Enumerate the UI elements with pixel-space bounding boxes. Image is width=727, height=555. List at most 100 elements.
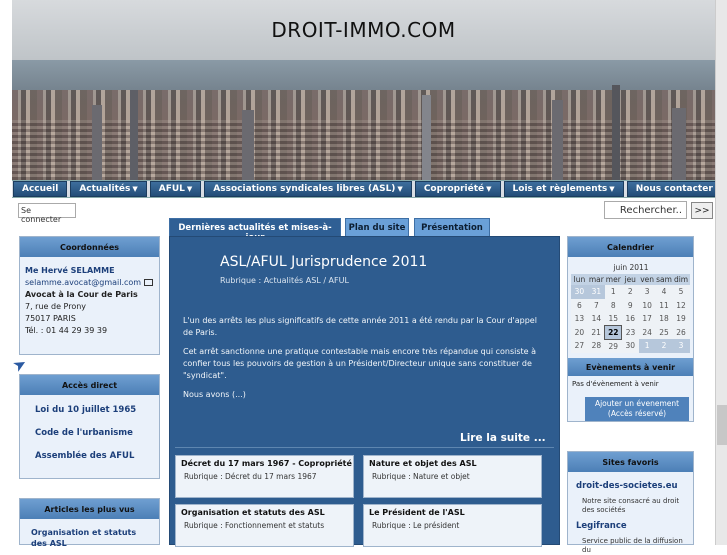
favorite-link[interactable]: droit-des-societes.eu [576, 481, 693, 491]
article-paragraph: Cet arrêt sanctionne une pratique contes… [183, 347, 537, 380]
nav-item-copropriete[interactable]: Copropriété ▼ [414, 181, 501, 197]
article-card[interactable]: Décret du 17 mars 1967 - Copropriété Rub… [175, 455, 354, 498]
search-button[interactable]: >> [691, 202, 713, 219]
scrollbar[interactable] [715, 0, 727, 545]
calendar-day[interactable]: 25 [655, 325, 673, 339]
calendar-day[interactable]: 30 [571, 285, 588, 299]
calendar-day[interactable]: 26 [672, 325, 690, 339]
calendar-day[interactable]: 13 [571, 312, 588, 326]
calendar-day[interactable]: 21 [587, 325, 605, 339]
building [422, 95, 431, 180]
mail-icon[interactable] [144, 279, 154, 286]
tab-plan-du-site[interactable]: Plan du site [345, 218, 409, 237]
weekday-header: jeu [621, 274, 639, 285]
calendar-day[interactable]: 11 [655, 298, 673, 312]
email-link[interactable]: selamme.avocat@gmail.com [25, 278, 141, 287]
nav-item-accueil[interactable]: Accueil [13, 181, 68, 197]
calendar-day[interactable]: 18 [655, 312, 673, 326]
phone: Tél. : 01 44 29 39 39 [25, 326, 108, 335]
calendar-day[interactable]: 15 [604, 312, 622, 326]
calendar-day[interactable]: 8 [604, 298, 622, 312]
calendar-day[interactable]: 23 [621, 325, 639, 339]
tab-presentation[interactable]: Présentation [414, 218, 490, 237]
weekday-header: dim [672, 274, 690, 285]
calendar-day[interactable]: 27 [571, 339, 588, 353]
favorite-desc: Notre site consacré au droit des société… [582, 497, 680, 514]
login-button[interactable]: Se connecter [18, 203, 76, 224]
nav-item-contact[interactable]: Nous contacter [626, 181, 722, 197]
calendar-day[interactable]: 12 [672, 298, 690, 312]
add-event-button[interactable]: Ajouter un évenement (Accès réservé) [585, 397, 689, 421]
lawyer-name: Me Hervé SELAMME [25, 266, 115, 275]
card-title[interactable]: Décret du 17 mars 1967 - Copropriété [176, 456, 353, 468]
chevron-down-icon: ▼ [186, 185, 193, 193]
calendar-day[interactable]: 30 [621, 339, 639, 353]
weekday-header: mar [587, 274, 605, 285]
nav-item-actualites[interactable]: Actualités ▼ [70, 181, 147, 197]
calendar-day[interactable]: 7 [587, 298, 605, 312]
calendar-day[interactable]: 19 [672, 312, 690, 326]
articles-plus-vus-title: Articles les plus vus [20, 499, 159, 519]
article-card[interactable]: Le Président de l'ASL Rubrique : Le prés… [363, 504, 542, 547]
calendar-day[interactable]: 28 [587, 339, 605, 353]
article-paragraph: Nous avons (...) [183, 390, 246, 399]
article-card[interactable]: Organisation et statuts des ASL Rubrique… [175, 504, 354, 547]
calendar-day[interactable]: 5 [672, 285, 690, 299]
favorite-link[interactable]: Legifrance [576, 521, 693, 531]
weekday-header: mer [604, 274, 622, 285]
read-more-link[interactable]: Lire la suite ... [460, 432, 546, 444]
favorite-site: droit-des-societes.eu Notre site consacr… [568, 472, 693, 515]
calendar-day-today[interactable]: 22 [604, 325, 623, 340]
tab-actualites[interactable]: Dernières actualités et mises-à-jour [169, 218, 341, 243]
coordonnees-title: Coordonnées [20, 237, 159, 257]
calendar-title: Calendrier [568, 237, 693, 257]
card-title[interactable]: Organisation et statuts des ASL [176, 505, 353, 517]
card-rubrique: Rubrique : Fonctionnement et statuts [184, 521, 325, 530]
calendar-day[interactable]: 20 [571, 325, 588, 339]
coordonnees-box: Coordonnées Me Hervé SELAMME selamme.avo… [19, 236, 160, 355]
building [672, 108, 686, 180]
calendar-day[interactable]: 31 [587, 285, 605, 299]
acces-link[interactable]: Loi du 10 juillet 1965 [35, 405, 159, 415]
card-rubrique: Rubrique : Le président [372, 521, 460, 530]
nav-item-lois[interactable]: Lois et règlements ▼ [503, 181, 624, 197]
article-body: L'un des arrêts les plus significatifs d… [183, 315, 543, 408]
calendar-day[interactable]: 4 [655, 285, 673, 299]
chevron-down-icon: ▼ [609, 185, 615, 193]
calendar-day[interactable]: 16 [621, 312, 639, 326]
nav-item-asl[interactable]: Associations syndicales libres (ASL) ▼ [204, 181, 412, 197]
acces-direct-box: Accès direct Loi du 10 juillet 1965 Code… [19, 374, 160, 479]
calendar-day[interactable]: 29 [604, 339, 622, 353]
calendar-day[interactable]: 14 [587, 312, 605, 326]
calendar-day[interactable]: 1 [638, 339, 656, 353]
coordonnees-content: Me Hervé SELAMME selamme.avocat@gmail.co… [20, 257, 159, 337]
calendar-day[interactable]: 10 [638, 298, 656, 312]
article-card[interactable]: Nature et objet des ASL Rubrique : Natur… [363, 455, 542, 498]
calendar-day[interactable]: 24 [638, 325, 656, 339]
building [552, 100, 563, 180]
card-title[interactable]: Le Président de l'ASL [364, 505, 541, 517]
calendar-day[interactable]: 17 [638, 312, 656, 326]
search-input[interactable]: Rechercher.. [604, 201, 687, 219]
card-title[interactable]: Nature et objet des ASL [364, 456, 541, 468]
acces-link[interactable]: Assemblée des AFUL [35, 451, 159, 461]
nav-item-aful[interactable]: AFUL ▼ [149, 181, 202, 197]
article-title[interactable]: ASL/AFUL Jurisprudence 2011 [220, 254, 427, 270]
article-paragraph: L'un des arrêts les plus significatifs d… [183, 316, 537, 337]
lawyer-role: Avocat à la Cour de Paris [25, 290, 138, 299]
acces-link[interactable]: Code de l'urbanisme [35, 428, 159, 438]
calendar-day[interactable]: 6 [571, 298, 588, 312]
calendar-day[interactable]: 3 [672, 339, 690, 353]
weekday-header: lun [571, 274, 588, 285]
main-nav: Accueil Actualités ▼ AFUL ▼ Associations s… [12, 180, 722, 198]
calendar-day[interactable]: 1 [604, 285, 622, 299]
calendar-day[interactable]: 9 [621, 298, 639, 312]
site-title[interactable]: DROIT-IMMO.COM [12, 18, 715, 42]
acces-direct-title: Accès direct [20, 375, 159, 395]
calendar-day[interactable]: 2 [655, 339, 673, 353]
calendar-day[interactable]: 3 [638, 285, 656, 299]
chevron-down-icon: ▼ [132, 185, 138, 193]
divider [175, 447, 554, 448]
scrollbar-thumb[interactable] [717, 405, 727, 445]
calendar-day[interactable]: 2 [621, 285, 639, 299]
